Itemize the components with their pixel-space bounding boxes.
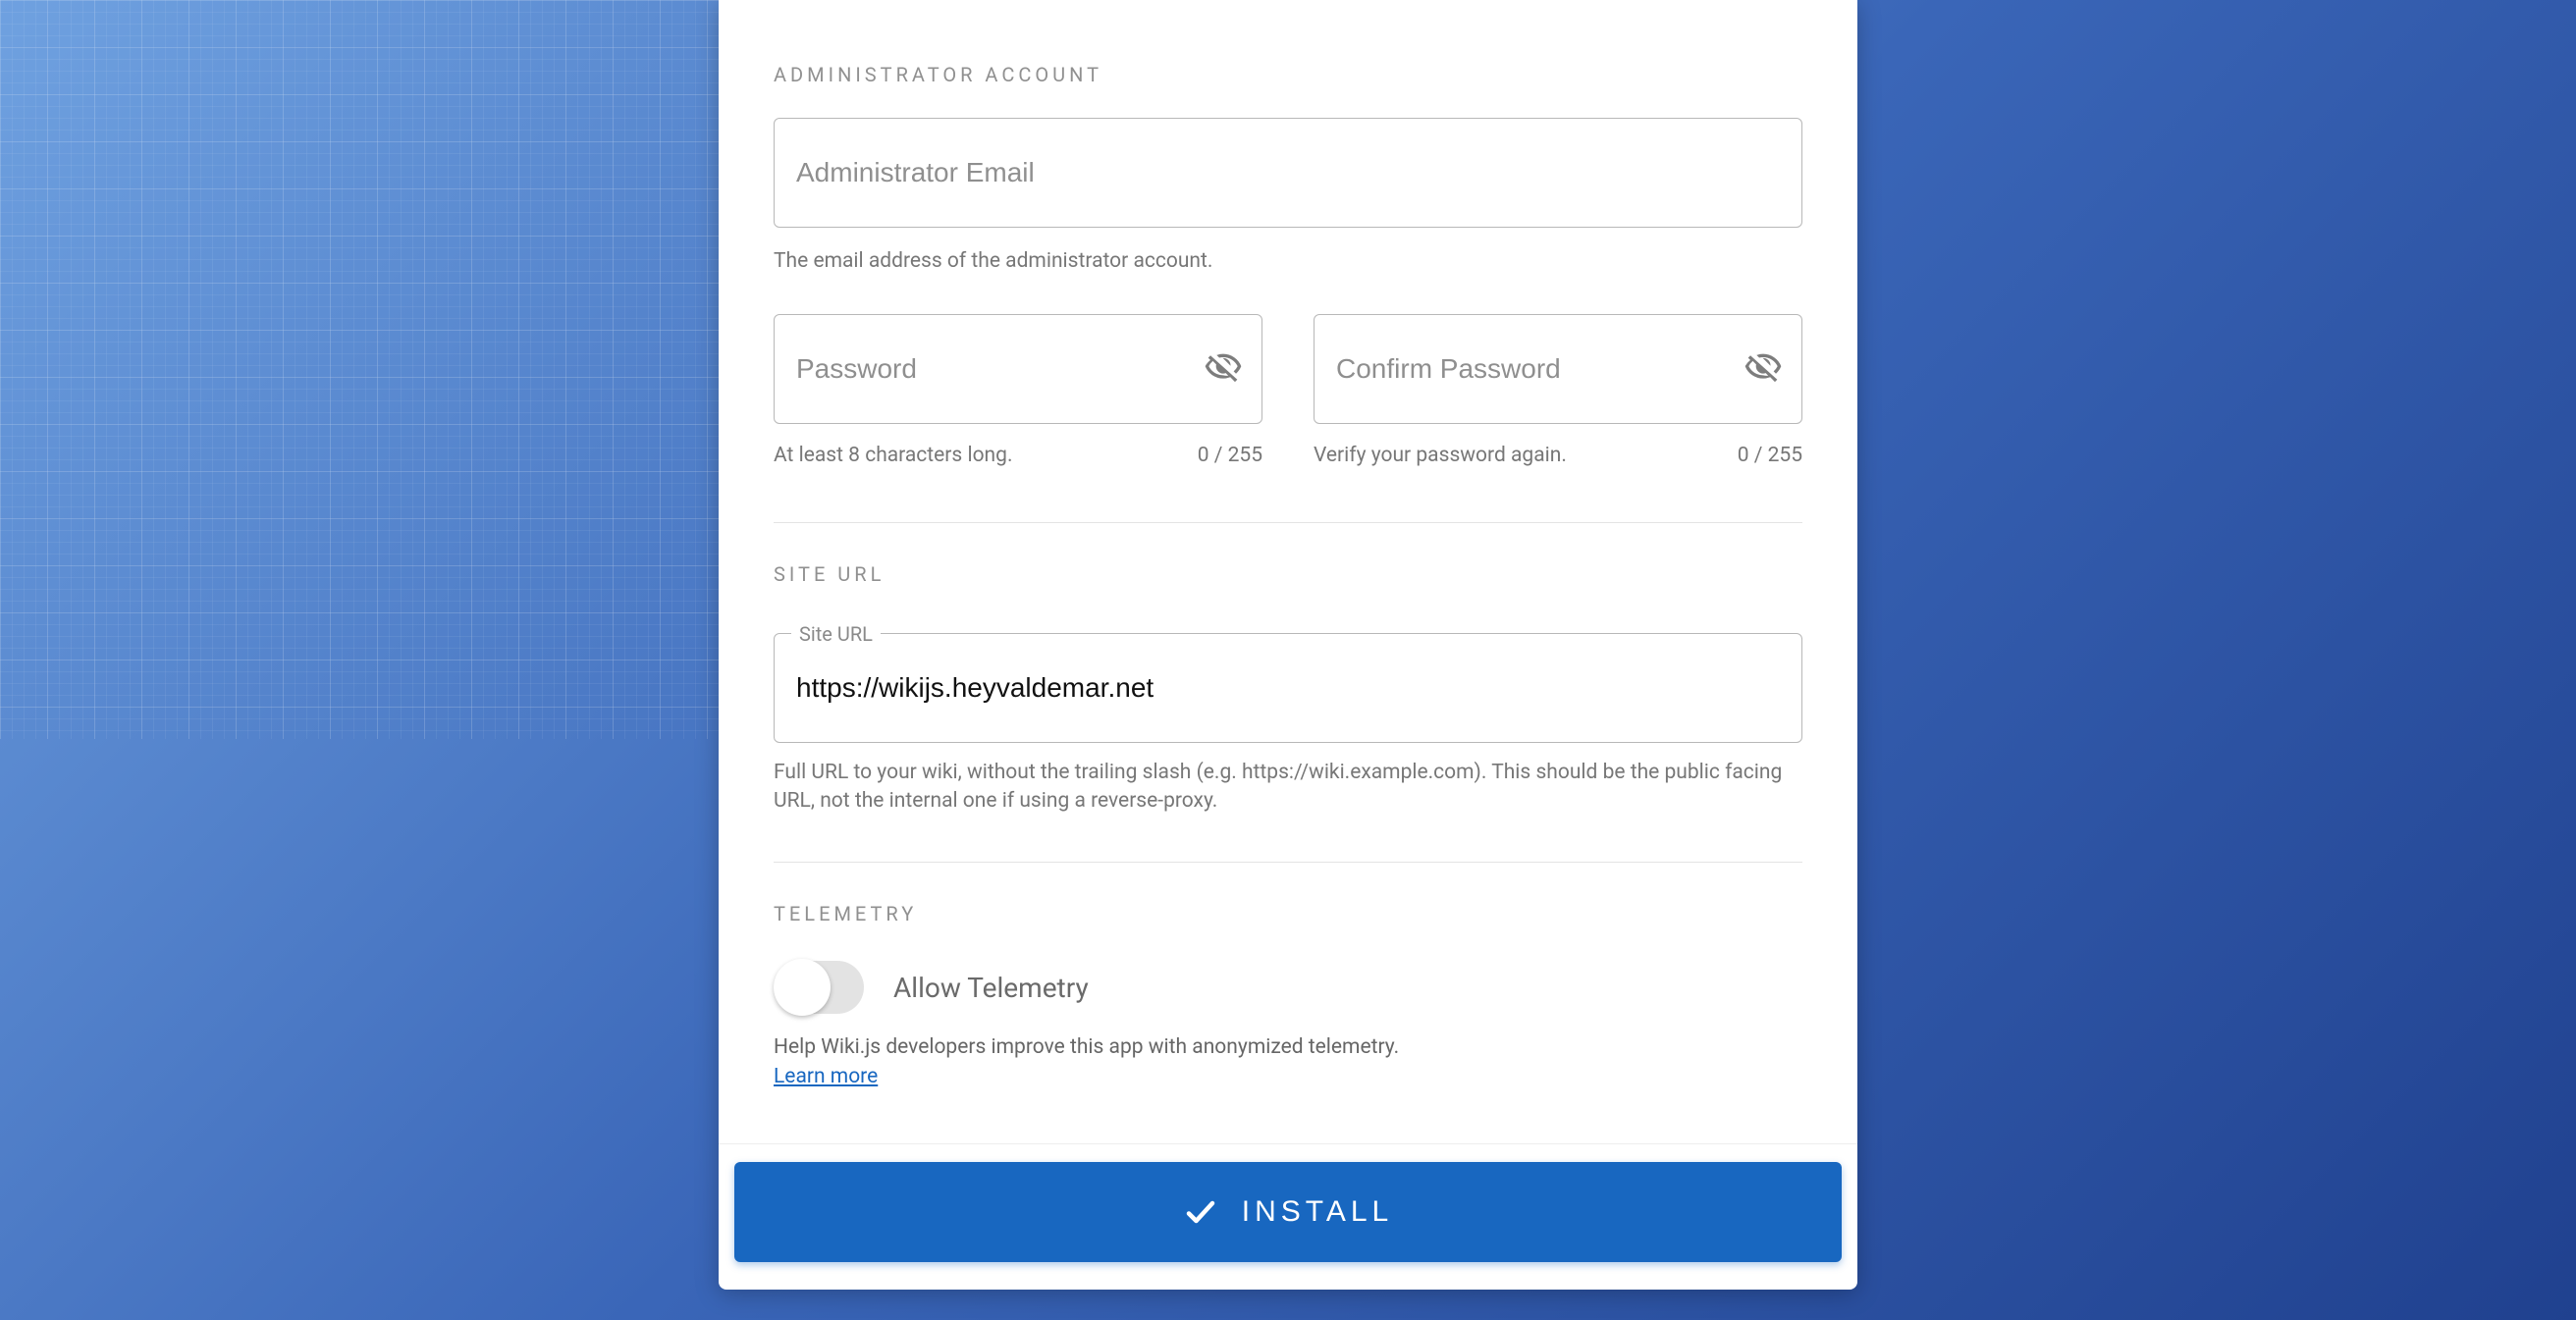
telemetry-toggle[interactable] bbox=[774, 961, 864, 1014]
confirm-hint: Verify your password again. bbox=[1314, 444, 1567, 467]
background-grid bbox=[0, 0, 722, 739]
setup-card: ADMINISTRATOR ACCOUNT The email address … bbox=[719, 0, 1857, 1290]
siteurl-hint: Full URL to your wiki, without the trail… bbox=[774, 759, 1802, 815]
section-title-admin: ADMINISTRATOR ACCOUNT bbox=[774, 0, 1802, 86]
admin-email-hint: The email address of the administrator a… bbox=[774, 247, 1802, 275]
learn-more-link[interactable]: Learn more bbox=[774, 1065, 878, 1088]
telemetry-hint: Help Wiki.js developers improve this app… bbox=[774, 1035, 1802, 1059]
password-input[interactable] bbox=[774, 314, 1262, 424]
confirm-counter: 0 / 255 bbox=[1738, 444, 1802, 467]
confirm-password-input[interactable] bbox=[1314, 314, 1802, 424]
admin-email-input[interactable] bbox=[774, 118, 1802, 228]
check-icon bbox=[1183, 1194, 1218, 1230]
section-title-telemetry: TELEMETRY bbox=[774, 863, 1802, 925]
card-footer: INSTALL bbox=[719, 1143, 1857, 1290]
eye-off-icon[interactable] bbox=[1204, 347, 1243, 391]
telemetry-toggle-label: Allow Telemetry bbox=[893, 972, 1089, 1004]
install-button-label: INSTALL bbox=[1242, 1195, 1394, 1229]
toggle-knob bbox=[774, 959, 831, 1016]
password-hint: At least 8 characters long. bbox=[774, 444, 1012, 467]
section-title-siteurl: SITE URL bbox=[774, 523, 1802, 586]
install-button[interactable]: INSTALL bbox=[734, 1162, 1842, 1262]
eye-off-icon[interactable] bbox=[1744, 347, 1783, 391]
site-url-input[interactable] bbox=[774, 633, 1802, 743]
password-counter: 0 / 255 bbox=[1198, 444, 1262, 467]
siteurl-float-label: Site URL bbox=[791, 622, 881, 646]
